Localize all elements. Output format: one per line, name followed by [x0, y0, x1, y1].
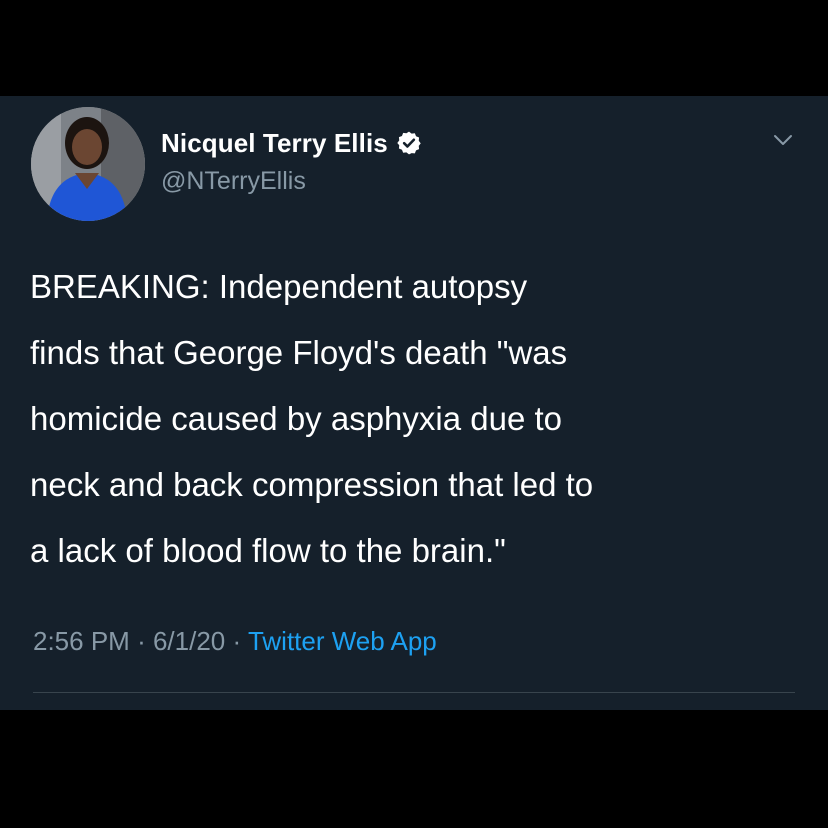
tweet-date[interactable]: 6/1/20 — [153, 626, 225, 656]
screenshot-frame: Nicquel Terry Ellis @NTerryEllis BREAKIN… — [0, 0, 828, 828]
tweet-text: BREAKING: Independent autopsy finds that… — [30, 268, 594, 569]
avatar[interactable] — [31, 107, 145, 221]
verified-badge-icon — [396, 130, 422, 156]
tweet-time[interactable]: 2:56 PM — [33, 626, 130, 656]
author-name[interactable]: Nicquel Terry Ellis — [161, 128, 388, 159]
tweet-source-link[interactable]: Twitter Web App — [248, 626, 437, 656]
chevron-down-icon[interactable] — [767, 129, 799, 151]
avatar-photo — [31, 107, 145, 221]
tweet-meta: 2:56 PM · 6/1/20 · Twitter Web App — [33, 626, 437, 657]
meta-separator: · — [232, 626, 242, 656]
author-handle[interactable]: @NTerryEllis — [161, 167, 306, 196]
tweet-card: Nicquel Terry Ellis @NTerryEllis BREAKIN… — [0, 96, 828, 710]
meta-separator: · — [137, 626, 146, 656]
divider — [33, 692, 795, 693]
author-name-row: Nicquel Terry Ellis — [161, 126, 422, 160]
